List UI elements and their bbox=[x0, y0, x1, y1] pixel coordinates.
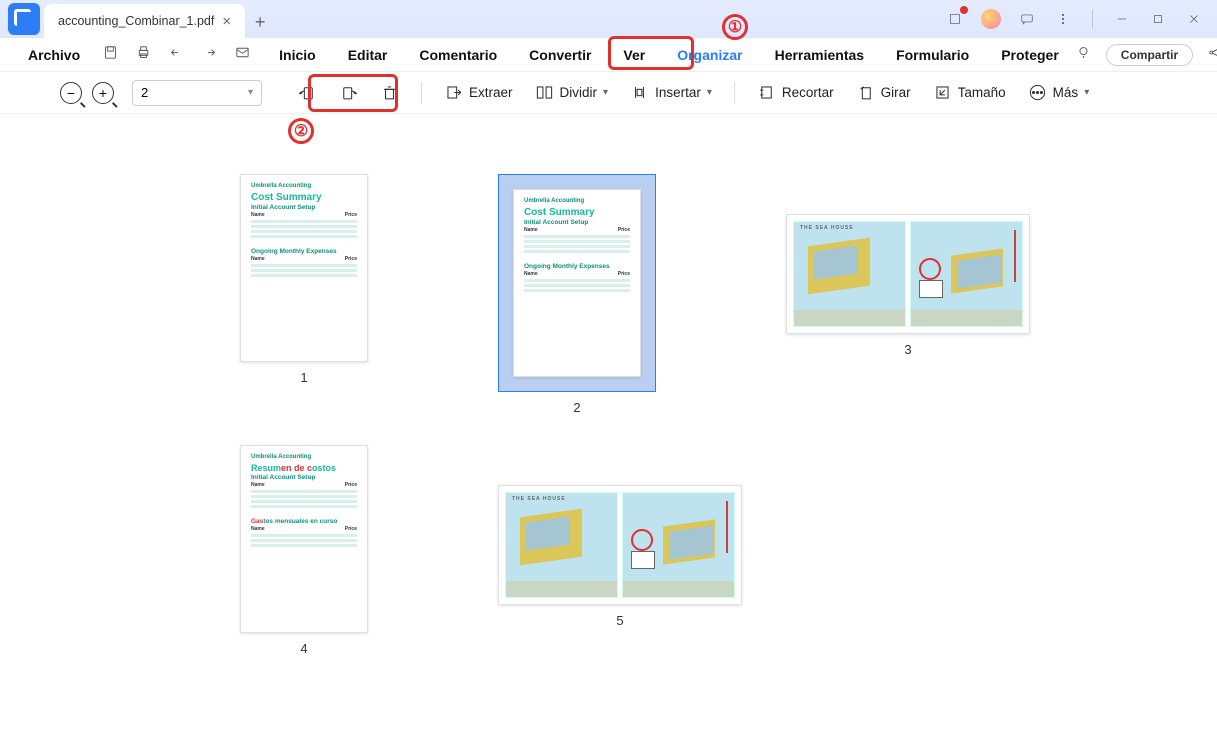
page-selected-frame: Umbrella Accounting Cost Summary Initial… bbox=[498, 174, 656, 392]
page-thumb-1[interactable]: Umbrella Accounting Cost Summary Initial… bbox=[240, 174, 368, 415]
page-number-label: 3 bbox=[904, 342, 911, 357]
page-thumb-5[interactable]: THE SEA HOUSE 5 bbox=[498, 485, 742, 656]
page-preview: Umbrella Accounting Cost Summary Initial… bbox=[240, 174, 368, 362]
close-window-icon[interactable] bbox=[1183, 8, 1205, 30]
separator bbox=[421, 82, 422, 104]
page-number-label: 2 bbox=[573, 400, 580, 415]
annotation-callout-1: ① bbox=[722, 14, 748, 40]
share-button[interactable]: Compartir bbox=[1106, 44, 1193, 66]
organize-toolbar: 2 ▾ Extraer Dividir▾ Insertar▾ Recortar … bbox=[0, 72, 1217, 114]
annotation-highlight-1 bbox=[608, 36, 694, 70]
menu-editar[interactable]: Editar bbox=[332, 38, 404, 72]
minimize-icon[interactable] bbox=[1111, 8, 1133, 30]
extract-button[interactable]: Extraer bbox=[438, 79, 519, 106]
menu-formulario[interactable]: Formulario bbox=[880, 38, 985, 72]
page-preview: THE SEA HOUSE bbox=[786, 214, 1030, 334]
chevron-down-icon: ▾ bbox=[248, 87, 253, 98]
page-thumb-2[interactable]: Umbrella Accounting Cost Summary Initial… bbox=[498, 174, 656, 415]
close-tab-icon[interactable]: × bbox=[222, 14, 231, 29]
menu-inicio[interactable]: Inicio bbox=[263, 38, 332, 72]
crop-button[interactable]: Recortar bbox=[751, 79, 840, 106]
menu-convertir[interactable]: Convertir bbox=[513, 38, 607, 72]
page-number-label: 5 bbox=[616, 613, 623, 628]
menu-archivo[interactable]: Archivo bbox=[12, 38, 96, 72]
new-tab-button[interactable]: + bbox=[245, 6, 275, 38]
menu-herramientas[interactable]: Herramientas bbox=[759, 38, 881, 72]
notifications-icon[interactable] bbox=[944, 8, 966, 30]
feedback-icon[interactable] bbox=[1016, 8, 1038, 30]
title-bar: accounting_Combinar_1.pdf × + bbox=[0, 0, 1217, 38]
zoom-in-button[interactable] bbox=[92, 82, 114, 104]
page-number-label: 1 bbox=[300, 370, 307, 385]
more-menu-icon[interactable] bbox=[1052, 8, 1074, 30]
page-preview: Umbrella Accounting Resumen de costos In… bbox=[240, 445, 368, 633]
separator bbox=[1092, 10, 1093, 28]
quick-actions bbox=[102, 44, 251, 66]
menu-bar: Archivo Inicio Editar Comentario Convert… bbox=[0, 38, 1217, 72]
app-logo bbox=[8, 3, 40, 35]
split-button[interactable]: Dividir▾ bbox=[529, 79, 615, 106]
mail-icon[interactable] bbox=[234, 44, 251, 66]
document-tab[interactable]: accounting_Combinar_1.pdf × bbox=[44, 4, 245, 38]
annotation-highlight-2 bbox=[308, 74, 398, 112]
annotation-callout-2: ② bbox=[288, 118, 314, 144]
page-preview: Umbrella Accounting Cost Summary Initial… bbox=[513, 189, 641, 377]
maximize-icon[interactable] bbox=[1147, 8, 1169, 30]
page-number-input[interactable]: 2 ▾ bbox=[132, 80, 262, 106]
page-size-button[interactable]: Tamaño bbox=[927, 79, 1012, 106]
user-avatar-icon[interactable] bbox=[980, 8, 1002, 30]
insert-button[interactable]: Insertar▾ bbox=[624, 79, 718, 106]
share-nodes-icon[interactable] bbox=[1207, 44, 1217, 66]
page-number-label: 4 bbox=[300, 641, 307, 656]
separator bbox=[734, 82, 735, 104]
redo-icon[interactable] bbox=[201, 44, 218, 66]
menu-comentario[interactable]: Comentario bbox=[403, 38, 513, 72]
rotate-button[interactable]: Girar bbox=[850, 79, 917, 106]
page-number-value: 2 bbox=[141, 85, 148, 100]
lightbulb-icon[interactable] bbox=[1075, 44, 1092, 66]
page-thumb-3[interactable]: THE SEA HOUSE 3 bbox=[786, 214, 1030, 415]
page-grid: Umbrella Accounting Cost Summary Initial… bbox=[60, 144, 1157, 656]
save-icon[interactable] bbox=[102, 44, 119, 66]
page-preview: THE SEA HOUSE bbox=[498, 485, 742, 605]
print-icon[interactable] bbox=[135, 44, 152, 66]
undo-icon[interactable] bbox=[168, 44, 185, 66]
window-controls bbox=[944, 0, 1217, 38]
page-thumb-4[interactable]: Umbrella Accounting Resumen de costos In… bbox=[240, 445, 368, 656]
more-button[interactable]: Más▾ bbox=[1022, 79, 1096, 106]
tab-title: accounting_Combinar_1.pdf bbox=[58, 14, 214, 28]
zoom-out-button[interactable] bbox=[60, 82, 82, 104]
menu-proteger[interactable]: Proteger bbox=[985, 38, 1075, 72]
page-organizer-workspace[interactable]: Umbrella Accounting Cost Summary Initial… bbox=[0, 114, 1217, 747]
